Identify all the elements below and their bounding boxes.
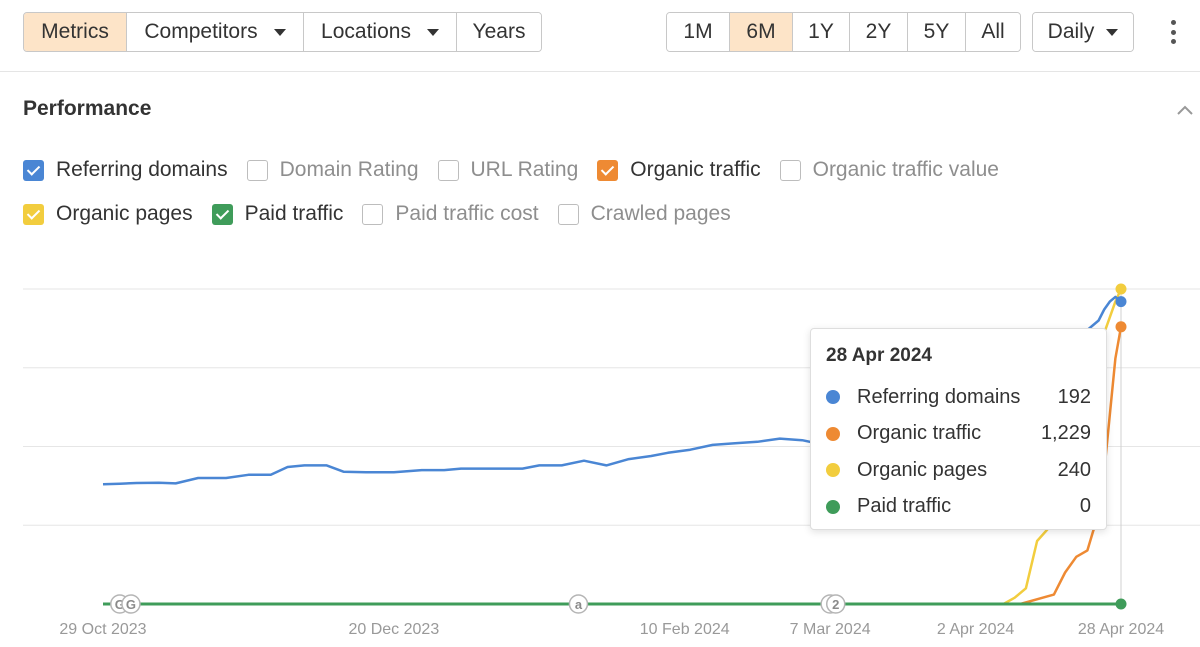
years-button[interactable]: Years (457, 13, 541, 51)
metric-organic-pages[interactable]: Organic pages (23, 202, 193, 226)
range-label: 1Y (808, 20, 834, 43)
series-dot (1115, 283, 1127, 295)
range-all-button[interactable]: All (966, 13, 1020, 51)
tooltip-rows: Referring domains 192 Organic traffic 1,229… (826, 379, 1091, 525)
legend-dot-icon (826, 499, 840, 514)
range-2y-button[interactable]: 2Y (850, 13, 908, 51)
tooltip-date: 28 Apr 2024 (826, 345, 932, 366)
checkbox[interactable] (211, 203, 233, 225)
interval-dropdown[interactable]: Daily (1033, 13, 1133, 51)
x-tick-label: 28 Apr 2024 (1078, 621, 1164, 638)
checkbox[interactable] (557, 203, 579, 225)
view-button-group: Metrics Competitors Locations Years (23, 12, 542, 52)
competitors-dropdown[interactable]: Competitors (127, 13, 304, 51)
x-tick-label: 20 Dec 2023 (348, 621, 439, 638)
annotation-label: G (126, 597, 136, 612)
metric-url-rating[interactable]: URL Rating (437, 158, 579, 182)
checkbox[interactable] (597, 159, 619, 181)
range-1y-button[interactable]: 1Y (793, 13, 850, 51)
years-label: Years (472, 20, 526, 43)
competitors-label: Competitors (144, 20, 258, 43)
metric-paid-traffic-cost[interactable]: Paid traffic cost (362, 202, 539, 226)
metrics-row-1: Referring domains Domain Rating URL Rati… (23, 158, 1018, 182)
tooltip-series-name: Paid traffic (857, 495, 952, 518)
series-dot (1115, 598, 1127, 610)
tooltip-series-value: 240 (1057, 458, 1091, 481)
metric-organic-traffic-value[interactable]: Organic traffic value (779, 158, 999, 182)
metric-crawled-pages[interactable]: Crawled pages (557, 202, 731, 226)
checkbox[interactable] (779, 159, 801, 181)
legend-dot-icon (826, 463, 840, 478)
x-tick-label: 10 Feb 2024 (640, 621, 730, 638)
toolbar: Metrics Competitors Locations Years 1M 6… (0, 0, 1200, 72)
checkbox[interactable] (23, 203, 44, 225)
x-tick-label: 2 Apr 2024 (937, 621, 1015, 638)
annotation-marker: G (121, 594, 141, 614)
legend-dot-icon (826, 390, 840, 405)
interval-dropdown-wrapper: Daily (1032, 12, 1134, 52)
annotation-label: a (575, 597, 583, 612)
checkbox[interactable] (362, 203, 384, 225)
range-6m-button[interactable]: 6M (730, 13, 793, 51)
metric-label: Organic traffic value (812, 158, 999, 181)
metric-label: Organic pages (56, 202, 193, 225)
tooltip-row: Referring domains 192 (826, 379, 1091, 416)
tooltip-series-name: Organic pages (857, 458, 988, 481)
range-label: 6M (746, 20, 776, 43)
x-tick-label: 29 Oct 2023 (59, 621, 146, 638)
more-options-icon[interactable] (1166, 18, 1180, 46)
legend-dot-icon (826, 426, 840, 441)
metric-label: Crawled pages (590, 202, 731, 225)
locations-dropdown[interactable]: Locations (304, 13, 457, 51)
annotation-label: 2 (832, 597, 839, 612)
metric-label: Referring domains (56, 158, 228, 181)
tooltip-series-value: 0 (1079, 495, 1091, 518)
tooltip-series-value: 1,229 (1040, 422, 1091, 445)
metric-organic-traffic[interactable]: Organic traffic (597, 158, 761, 182)
metric-label: URL Rating (470, 158, 579, 181)
checkbox[interactable] (437, 159, 459, 181)
checkbox[interactable] (23, 159, 44, 181)
range-1m-button[interactable]: 1M (667, 13, 730, 51)
section-title: Performance (23, 97, 152, 120)
metric-label: Domain Rating (279, 158, 419, 181)
metric-label: Paid traffic (244, 202, 344, 225)
metric-label: Organic traffic (630, 158, 761, 181)
metrics-button[interactable]: Metrics (24, 13, 127, 51)
chevron-up-icon[interactable] (1177, 102, 1193, 118)
chart-tooltip: 28 Apr 2024 Referring domains 192 Organic … (810, 328, 1107, 530)
annotation-marker: 2 (825, 594, 846, 614)
range-label: 2Y (865, 20, 892, 43)
tooltip-series-value: 192 (1057, 385, 1091, 408)
metrics-row-2: Organic pages Paid traffic Paid traffic … (23, 202, 750, 226)
tooltip-row: Organic pages 240 (826, 452, 1091, 489)
tooltip-row: Organic traffic 1,229 (826, 416, 1091, 453)
series-dot (1115, 321, 1127, 333)
range-label: All (981, 20, 1005, 43)
tooltip-series-name: Referring domains (857, 385, 1021, 408)
annotation-marker: a (568, 594, 589, 614)
range-label: 5Y (923, 20, 950, 43)
metric-domain-rating[interactable]: Domain Rating (246, 158, 419, 182)
x-tick-label: 7 Mar 2024 (790, 621, 871, 638)
caret-down-icon (273, 28, 286, 36)
metrics-button-label: Metrics (41, 20, 109, 43)
tooltip-series-name: Organic traffic (857, 422, 982, 445)
locations-label: Locations (321, 20, 411, 43)
series-dot (1115, 296, 1127, 308)
metric-referring-domains[interactable]: Referring domains (23, 158, 228, 182)
range-5y-button[interactable]: 5Y (908, 13, 966, 51)
metric-paid-traffic[interactable]: Paid traffic (211, 202, 344, 226)
caret-down-icon (426, 28, 439, 36)
range-label: 1M (683, 20, 713, 43)
caret-down-icon (1106, 28, 1119, 36)
range-button-group: 1M 6M 1Y 2Y 5Y All (666, 12, 1021, 52)
interval-label: Daily (1047, 20, 1095, 43)
x-axis: 29 Oct 2023 20 Dec 2023 10 Feb 2024 7 Mar 2… (59, 621, 1164, 638)
tooltip-row: Paid traffic 0 (826, 489, 1091, 526)
metric-label: Paid traffic cost (395, 202, 539, 225)
checkbox[interactable] (246, 159, 268, 181)
